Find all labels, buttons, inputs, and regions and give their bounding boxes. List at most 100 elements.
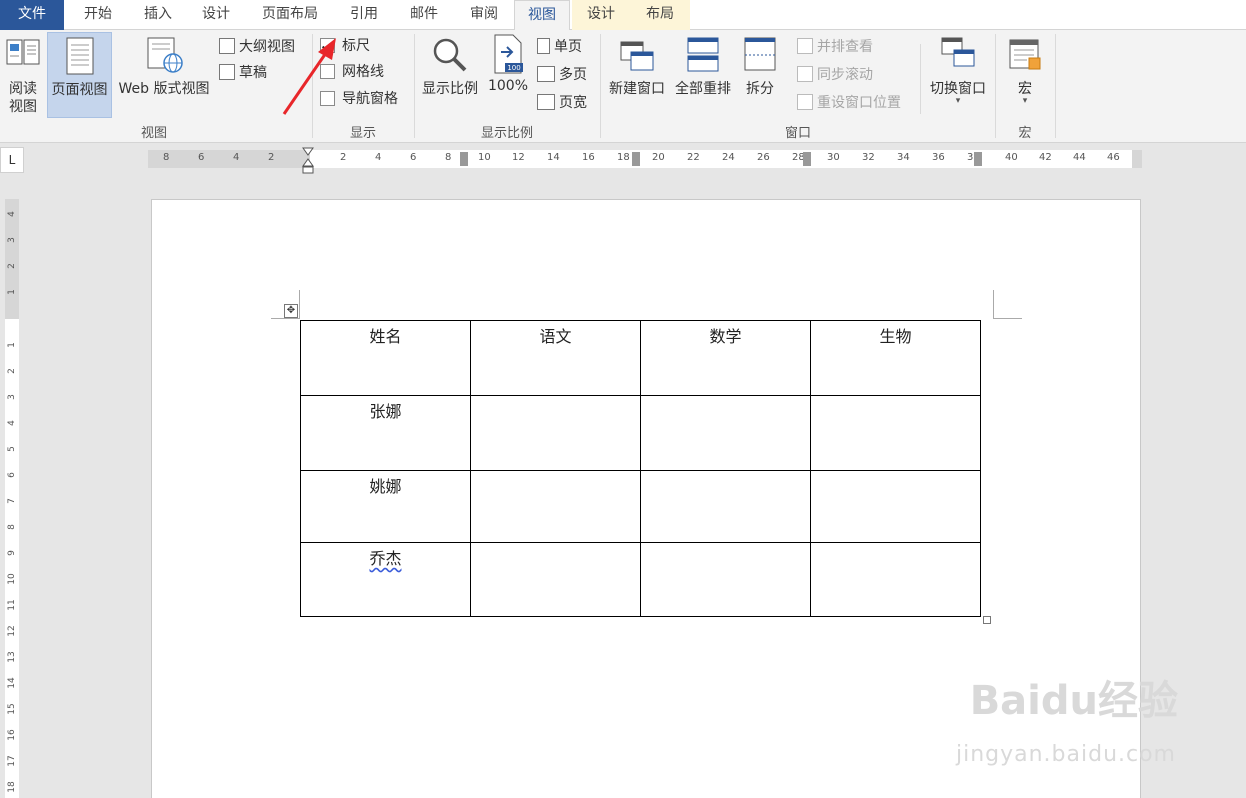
table-cell[interactable]: 语文 [470, 320, 641, 396]
vertical-ruler[interactable]: 4 3 2 1 1 2 3 4 5 6 7 8 9 10 11 12 13 14… [5, 199, 19, 798]
baidu-watermark-url: jingyan.baidu.com [955, 742, 1176, 767]
tab-table-layout[interactable]: 布局 [630, 0, 690, 30]
macro-icon [1009, 39, 1041, 70]
switch-window-button[interactable]: 切换窗口 ▾ [925, 36, 991, 120]
separator [414, 34, 415, 138]
reset-position-button[interactable]: 重设窗口位置 [797, 92, 901, 114]
table-cell[interactable]: 姓名 [300, 320, 471, 396]
table-cell[interactable] [640, 542, 811, 617]
ruler-tick: 32 [862, 152, 875, 163]
table-move-handle-icon[interactable]: ✥ [284, 304, 298, 318]
arrange-all-button[interactable]: 全部重排 [670, 36, 736, 116]
sync-scroll-button[interactable]: 同步滚动 [797, 64, 873, 86]
zoom-100-icon: 100 [494, 34, 523, 74]
ruler-tick: 11 [7, 599, 17, 611]
switch-window-icon [941, 37, 975, 67]
tab-insert[interactable]: 插入 [130, 0, 186, 30]
multi-page-button[interactable]: 多页 [537, 64, 587, 86]
table-cell[interactable] [810, 395, 981, 471]
tab-table-design[interactable]: 设计 [572, 0, 630, 30]
read-mode-button[interactable]: 阅读 视图 [2, 36, 44, 116]
table-cell[interactable]: 张娜 [300, 395, 471, 471]
student-name: 张娜 [369, 402, 402, 421]
ruler-tick: 44 [1073, 152, 1086, 163]
page-view-icon [66, 37, 93, 75]
tab-references[interactable]: 引用 [336, 0, 392, 30]
tab-page-layout[interactable]: 页面布局 [250, 0, 330, 30]
tab-design[interactable]: 设计 [190, 0, 242, 30]
table-cell[interactable]: 乔杰 [300, 542, 471, 617]
table-cell[interactable] [470, 395, 641, 471]
group-label-macros: 宏 [1018, 126, 1032, 141]
print-layout-button[interactable]: 页面视图 [47, 32, 112, 118]
ruler-tick: 3 [7, 237, 17, 243]
table-cell[interactable] [810, 470, 981, 543]
table-cell[interactable] [810, 542, 981, 617]
ruler-label: 标尺 [342, 38, 370, 54]
ruler-tick: 5 [7, 446, 17, 452]
ruler-tick: 3 [7, 394, 17, 400]
table-cell[interactable]: 生物 [810, 320, 981, 396]
zoom-100-button[interactable]: 100 100% [486, 34, 530, 114]
multi-page-label: 多页 [559, 67, 587, 83]
table-cell[interactable] [640, 395, 811, 471]
ruler-tick: 8 [163, 152, 170, 163]
table-resize-handle[interactable] [983, 616, 991, 624]
ruler-tick: 10 [7, 573, 17, 585]
table-cell[interactable]: 姚娜 [300, 470, 471, 543]
read-mode-icon [6, 39, 40, 65]
header-chinese: 语文 [539, 327, 572, 346]
one-page-label: 单页 [554, 39, 582, 55]
tab-review[interactable]: 审阅 [456, 0, 512, 30]
one-page-icon [537, 38, 550, 54]
tab-home[interactable]: 开始 [70, 0, 126, 30]
one-page-button[interactable]: 单页 [537, 36, 582, 58]
column-marker[interactable] [974, 152, 982, 166]
table-row: 乔杰 [300, 542, 981, 617]
ruler-tick: 6 [410, 152, 417, 163]
macros-button[interactable]: 宏 ▾ [1002, 36, 1048, 120]
web-layout-button[interactable]: Web 版式视图 [113, 36, 215, 116]
indent-marker-icon[interactable] [300, 146, 318, 176]
ruler-tick: 12 [7, 625, 17, 637]
page-width-icon [537, 94, 555, 110]
sync-scroll-label: 同步滚动 [817, 67, 873, 83]
tab-file[interactable]: 文件 [0, 0, 64, 30]
baidu-watermark: Baidu经验 [969, 678, 1178, 724]
horizontal-ruler[interactable]: 8 6 4 2 2 4 6 8 10 12 14 16 18 20 22 24 … [148, 147, 1142, 174]
side-by-side-button[interactable]: 并排查看 [797, 36, 873, 58]
ruler-tick: 7 [7, 498, 17, 504]
sync-scroll-icon [797, 66, 813, 82]
header-math: 数学 [709, 327, 742, 346]
header-biology: 生物 [879, 327, 912, 346]
table-cell[interactable] [470, 542, 641, 617]
score-table[interactable]: 姓名 语文 数学 生物 张娜 姚娜 乔杰 [300, 320, 981, 617]
draft-icon [219, 64, 235, 80]
split-button[interactable]: 拆分 [740, 36, 780, 116]
draft-button[interactable]: 草稿 [219, 62, 267, 84]
table-cell[interactable] [470, 470, 641, 543]
ruler-tick: 9 [7, 550, 17, 556]
ruler-tick: 2 [268, 152, 275, 163]
page-width-button[interactable]: 页宽 [537, 92, 587, 114]
column-marker[interactable] [460, 152, 468, 166]
chevron-down-icon: ▾ [1022, 96, 1028, 106]
table-cell[interactable] [640, 470, 811, 543]
ruler-tick: 26 [757, 152, 770, 163]
ruler-tick: 2 [340, 152, 347, 163]
web-layout-label: Web 版式视图 [118, 81, 210, 97]
reset-position-icon [797, 94, 813, 110]
new-window-button[interactable]: 新建窗口 [605, 36, 669, 116]
table-row: 姚娜 [300, 470, 981, 543]
tab-mailings[interactable]: 邮件 [396, 0, 452, 30]
ribbon-tab-bar: 文件 开始 插入 设计 页面布局 引用 邮件 审阅 视图 设计 布局 [0, 0, 1246, 31]
column-marker[interactable] [632, 152, 640, 166]
tab-selector-button[interactable]: L [0, 147, 24, 173]
column-marker[interactable] [803, 152, 811, 166]
ribbon-view: 阅读 视图 页面视图 Web 版式视图 大纲视图 草稿 视图 标尺 网格线 导航… [0, 30, 1246, 143]
table-cell[interactable]: 数学 [640, 320, 811, 396]
tab-view[interactable]: 视图 [514, 0, 570, 31]
multi-page-icon [537, 66, 555, 82]
zoom-button[interactable]: 显示比例 [418, 36, 482, 116]
ruler-tick: 4 [7, 211, 17, 217]
